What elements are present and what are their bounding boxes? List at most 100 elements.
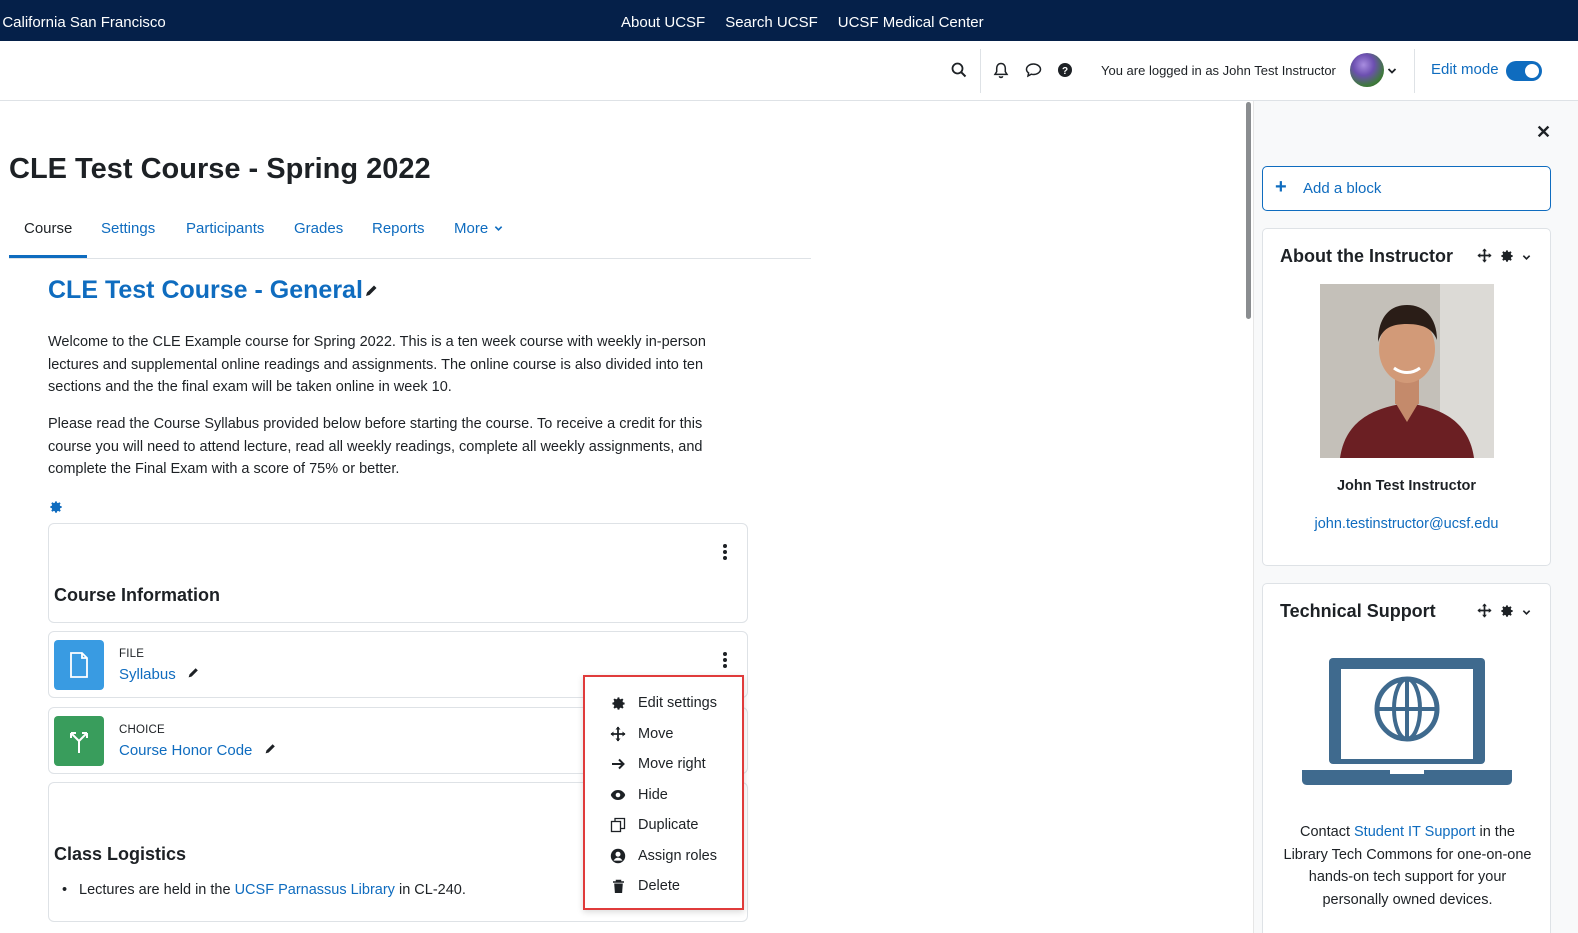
activity-link[interactable]: Course Honor Code [119,742,277,760]
add-block-button[interactable]: + Add a block [1262,166,1551,211]
kebab-menu-icon[interactable] [723,544,727,562]
kebab-menu-icon[interactable] [723,652,727,670]
menu-item-move[interactable]: Move [609,723,673,745]
menu-item-label: Hide [638,787,668,803]
gear-icon[interactable] [49,500,63,519]
menu-item-label: Assign roles [638,848,717,864]
course-information-heading: Course Information [54,585,221,605]
activity-name: Course Honor Code [119,742,253,759]
student-it-support-link[interactable]: Student IT Support [1354,824,1475,840]
tab-settings[interactable]: Settings [101,220,155,237]
chevron-down-icon[interactable] [1387,63,1397,81]
section-summary-paragraph: Please read the Course Syllabus provided… [48,416,703,477]
menu-item-move-right[interactable]: Move right [609,753,706,775]
login-status: You are logged in as John Test Instructo… [1101,63,1336,78]
menu-item-label: Edit settings [638,695,717,711]
menu-item-assign-roles[interactable]: Assign roles [609,845,717,867]
bell-icon[interactable] [990,59,1012,81]
activity-name: Syllabus [119,666,176,683]
activity-type: File [119,648,145,660]
pencil-icon[interactable] [263,742,277,760]
tab-course[interactable]: Course [24,220,72,237]
tab-reports[interactable]: Reports [372,220,425,237]
chevron-down-icon[interactable] [1522,249,1531,267]
ucsf-brand[interactable]: f California San Francisco [0,14,166,31]
tab-grades[interactable]: Grades [294,220,343,237]
logistics-text: in CL-240. [394,882,466,898]
menu-item-edit-settings[interactable]: Edit settings [609,692,717,714]
chevron-down-icon[interactable] [1522,604,1531,622]
move-icon[interactable] [1477,603,1492,623]
pencil-icon[interactable] [186,666,200,684]
block-title: About the Instructor [1280,246,1453,266]
gear-icon[interactable] [1500,604,1514,623]
activity-link[interactable]: Syllabus [119,666,200,684]
ucsf-link-search[interactable]: Search UCSF [725,14,818,31]
parnassus-library-link[interactable]: UCSF Parnassus Library [235,882,395,898]
menu-item-duplicate[interactable]: Duplicate [609,814,698,836]
section-title-text: CLE Test Course - General [48,276,363,304]
active-tab-indicator [9,255,87,258]
block-title: Technical Support [1280,601,1436,621]
trash-icon [609,877,627,895]
avatar[interactable] [1350,53,1384,87]
instructor-photo [1320,284,1494,458]
section-summary-paragraph: Welcome to the CLE Example course for Sp… [48,334,706,395]
close-icon[interactable]: ✕ [1536,122,1551,143]
edit-mode-label: Edit mode [1431,61,1499,78]
list-item: Lectures are held in the UCSF Parnassus … [62,882,466,898]
add-block-label: Add a block [1303,180,1382,197]
gear-icon [609,694,627,712]
tab-participants[interactable]: Participants [186,220,264,237]
search-icon[interactable] [948,59,970,81]
ucsf-link-medical-center[interactable]: UCSF Medical Center [838,14,984,31]
move-icon[interactable] [1477,248,1492,268]
activity-type: Choice [119,724,165,736]
menu-item-label: Move right [638,756,706,772]
course-tabs: Course Settings Participants Grades Repo… [9,200,811,259]
block-controls [1477,248,1531,268]
menu-item-label: Delete [638,878,680,894]
menu-item-delete[interactable]: Delete [609,875,680,897]
block-controls [1477,603,1531,623]
instructor-email-link[interactable]: john.testinstructor@ucsf.edu [1263,516,1550,532]
navbar-divider [1414,49,1415,93]
help-icon[interactable]: ? [1054,59,1076,81]
ucsf-top-bar: f California San Francisco About UCSF Se… [0,0,1578,41]
menu-item-label: Duplicate [638,817,699,833]
about-instructor-block: About the Instructor John Test Instructo… [1262,228,1551,566]
chat-icon[interactable] [1022,59,1044,81]
ucsf-link-about[interactable]: About UCSF [621,14,705,31]
section-title[interactable]: CLE Test Course - General [48,276,379,306]
navbar: ? You are logged in as John Test Instruc… [0,41,1578,101]
user-circle-icon [609,847,627,865]
file-icon [54,640,104,690]
ucsf-links: About UCSF Search UCSF UCSF Medical Cent… [621,14,984,31]
menu-item-label: Move [638,726,674,742]
laptop-globe-icon [1302,656,1512,791]
tab-more-label: More [454,220,489,237]
label-card: Course Information [48,523,748,623]
support-text-prefix: Contact [1300,824,1355,840]
navbar-divider [980,49,981,93]
menu-item-hide[interactable]: Hide [609,784,668,806]
logistics-text: Lectures are held in the [79,882,235,898]
choice-icon [54,716,104,766]
page-title: CLE Test Course - Spring 2022 [9,153,431,185]
svg-text:?: ? [1062,66,1068,77]
eye-icon [609,786,627,804]
class-logistics-heading: Class Logistics [54,844,187,864]
gear-icon[interactable] [1500,249,1514,268]
scrollbar[interactable] [1246,102,1251,319]
instructor-name: John Test Instructor [1336,478,1477,494]
tab-more[interactable]: More [454,220,503,237]
edit-mode-toggle[interactable] [1506,61,1542,81]
technical-support-block: Technical Support Contact Student IT Sup… [1262,583,1551,933]
move-icon [609,725,627,743]
chevron-down-icon [495,226,503,231]
pencil-icon[interactable] [363,277,379,306]
arrow-right-icon [609,755,627,773]
plus-icon: + [1275,176,1287,198]
activity-action-menu: Edit settings Move Move right Hide Dupli… [583,675,744,910]
copy-icon [609,816,627,834]
